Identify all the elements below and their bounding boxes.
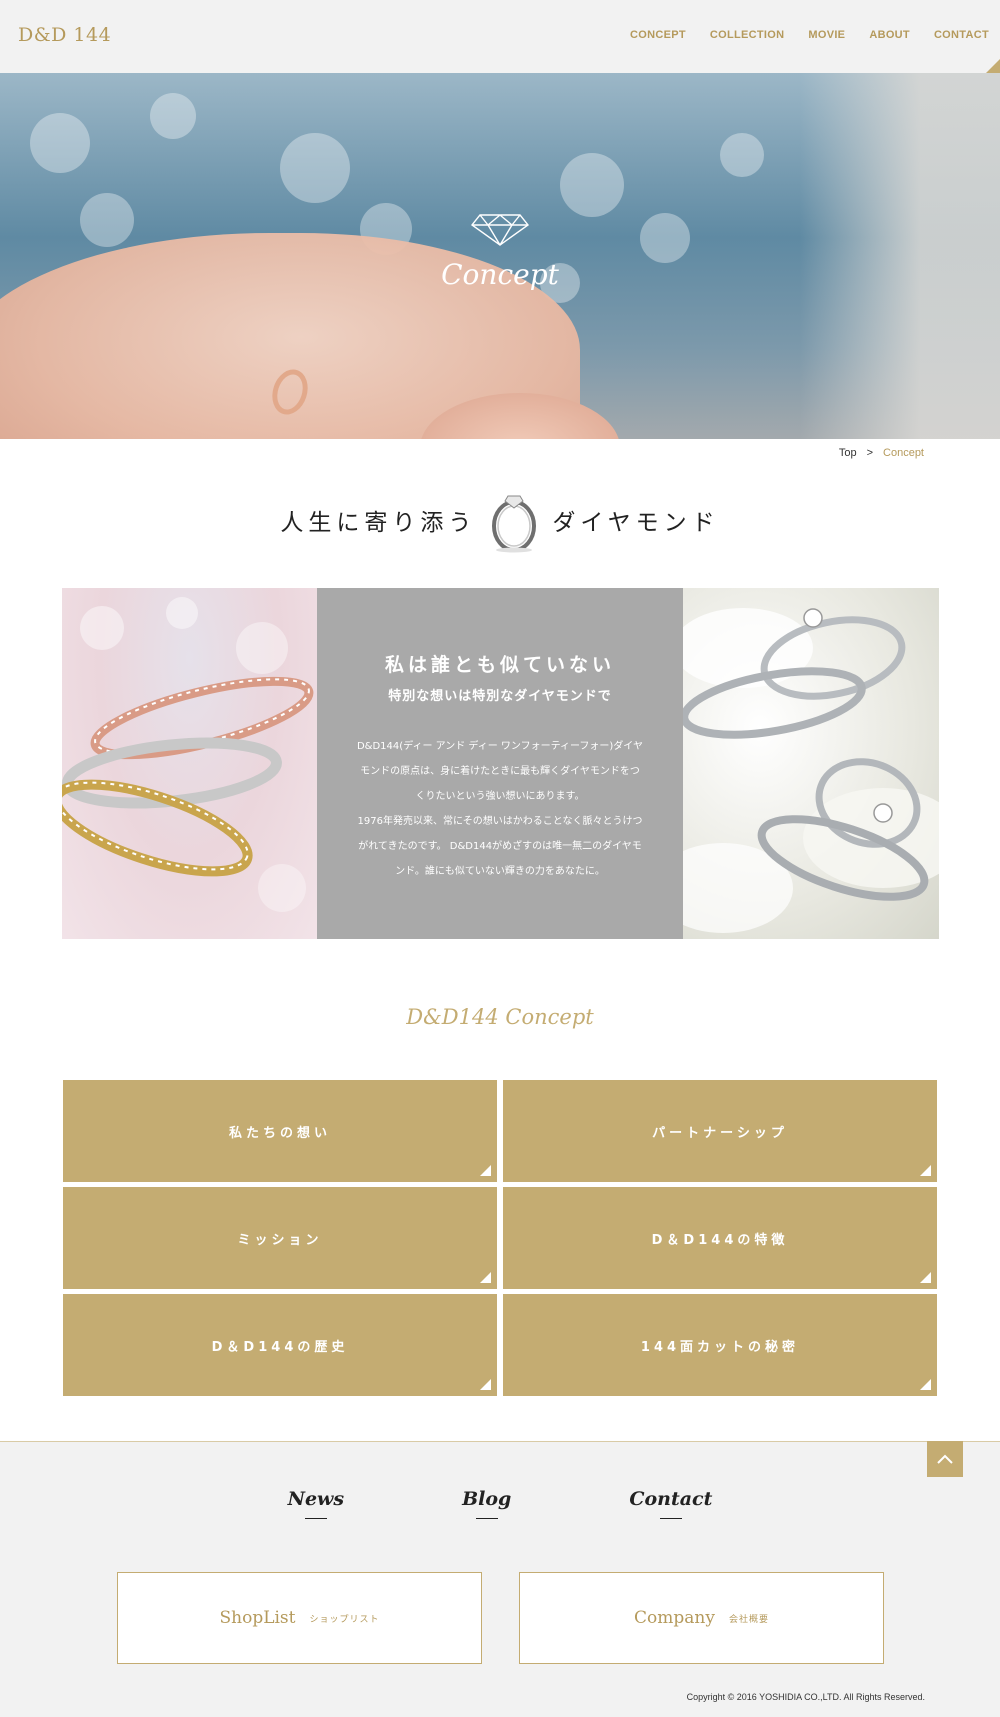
feature-body-line: D&D144(ディー アンド ディー ワンフォーティーフォー)ダイヤ: [356, 741, 644, 752]
footer-boxes: ShopList ショップリスト Company 会社概要: [117, 1572, 884, 1664]
company-label-jp: 会社概要: [728, 1614, 769, 1625]
site-logo[interactable]: D&D 144: [18, 24, 111, 46]
feature-body-line: 1976年発売以来、常にその想いはかわることなく脈々とうけつ: [357, 816, 643, 827]
tagline-left: 人生に寄り添う: [280, 510, 477, 536]
tagline: 人生に寄り添う ダイヤモンド: [0, 485, 1000, 555]
corner-arrow-icon: [920, 1379, 931, 1390]
back-to-top-button[interactable]: [927, 1441, 963, 1477]
footer-link-underline: [304, 1518, 327, 1519]
breadcrumb-separator: >: [866, 447, 874, 459]
hero-bokeh: [280, 133, 350, 203]
nav-about[interactable]: ABOUT: [869, 29, 910, 41]
feature-body: D&D144(ディー アンド ディー ワンフォーティーフォー)ダイヤ モンドの原…: [350, 734, 650, 884]
flower-rings-image: [683, 608, 939, 933]
feature-body-line: くりたいという強い想いにあります。: [415, 791, 585, 802]
breadcrumb-top-link[interactable]: Top: [839, 447, 857, 459]
tile-partnership[interactable]: パートナーシップ: [503, 1080, 937, 1182]
feature-text-panel: 私は誰とも似ていない 特別な想いは特別なダイヤモンドで D&D144(ディー ア…: [317, 588, 683, 939]
stacked-rings-image: [62, 597, 314, 912]
nav-contact[interactable]: CONTACT: [934, 29, 989, 41]
tile-label: D＆D144の歴史: [211, 1339, 349, 1355]
hero-background-blur: [800, 73, 1000, 439]
corner-arrow-icon: [480, 1165, 491, 1176]
company-label: Company: [634, 1608, 715, 1628]
shoplist-label: ShopList: [219, 1608, 296, 1628]
hero-title: Concept: [441, 258, 559, 291]
rings-photo-left: [62, 588, 317, 939]
footer-link-contact[interactable]: Contact: [629, 1488, 712, 1519]
footer-link-underline: [659, 1518, 682, 1519]
corner-arrow-icon: [920, 1165, 931, 1176]
tile-label: パートナーシップ: [652, 1125, 788, 1141]
corner-arrow-icon: [480, 1272, 491, 1283]
feature-subheading: 特別な想いは特別なダイヤモンドで: [388, 689, 612, 704]
hero-bokeh: [80, 193, 134, 247]
company-button[interactable]: Company 会社概要: [519, 1572, 884, 1664]
nav-collection[interactable]: COLLECTION: [710, 29, 785, 41]
footer-link-blog[interactable]: Blog: [462, 1488, 511, 1519]
tile-features[interactable]: D＆D144の特徴: [503, 1187, 937, 1289]
tile-mission[interactable]: ミッション: [63, 1187, 497, 1289]
concept-section-title: D&D144 Concept: [406, 1005, 594, 1029]
header-corner-accent: [986, 59, 1000, 73]
tile-our-thoughts[interactable]: 私たちの想い: [63, 1080, 497, 1182]
corner-arrow-icon: [480, 1379, 491, 1390]
site-header: D&D 144 CONCEPT COLLECTION MOVIE ABOUT C…: [0, 0, 1000, 73]
footer-links: News Blog Contact: [0, 1488, 1000, 1519]
footer-link-label: Blog: [462, 1488, 512, 1510]
chevron-up-icon: [937, 1454, 953, 1464]
hero-banner: [0, 73, 1000, 439]
nav-concept[interactable]: CONCEPT: [630, 29, 686, 41]
concept-tile-grid: 私たちの想い パートナーシップ ミッション D＆D144の特徴 D＆D144の歴…: [63, 1080, 937, 1396]
feature-body-line: ンド。誰にも似ていない輝きの力をあなたに。: [395, 866, 605, 877]
tile-144-cut-secret[interactable]: 144面カットの秘密: [503, 1294, 937, 1396]
corner-arrow-icon: [920, 1272, 931, 1283]
footer-link-label: Contact: [629, 1488, 713, 1510]
diamond-icon: [470, 214, 530, 246]
tile-label: 144面カットの秘密: [640, 1339, 800, 1355]
tile-label: ミッション: [237, 1232, 323, 1248]
hero-bokeh: [150, 93, 196, 139]
tile-label: 私たちの想い: [228, 1125, 331, 1141]
tile-history[interactable]: D＆D144の歴史: [63, 1294, 497, 1396]
copyright-text: Copyright © 2016 YOSHIDIA CO.,LTD. All R…: [686, 1692, 925, 1702]
shoplist-label-jp: ショップリスト: [309, 1614, 380, 1625]
main-nav: CONCEPT COLLECTION MOVIE ABOUT CONTACT: [630, 29, 989, 41]
feature-heading: 私は誰とも似ていない: [384, 654, 615, 676]
hero-bokeh: [720, 133, 764, 177]
tile-label: D＆D144の特徴: [651, 1232, 789, 1248]
hero-bokeh: [640, 213, 690, 263]
feature-body-line: モンドの原点は、身に着けたときに最も輝くダイヤモンドをつ: [360, 766, 640, 777]
feature-body-line: がれてきたのです。 D&D144がめざすのは唯一無二のダイヤモ: [358, 841, 642, 852]
ring-icon: [492, 495, 537, 553]
breadcrumb-current: Concept: [883, 447, 924, 459]
hero-bokeh: [560, 153, 624, 217]
rings-photo-right: [683, 588, 939, 939]
footer-link-label: News: [287, 1488, 345, 1510]
footer-link-news[interactable]: News: [287, 1488, 345, 1519]
tagline-right: ダイヤモンド: [552, 510, 720, 536]
hero-bokeh: [30, 113, 90, 173]
nav-movie[interactable]: MOVIE: [808, 29, 845, 41]
breadcrumb: Top > Concept: [839, 447, 924, 459]
footer-link-underline: [475, 1518, 498, 1519]
shoplist-button[interactable]: ShopList ショップリスト: [117, 1572, 482, 1664]
